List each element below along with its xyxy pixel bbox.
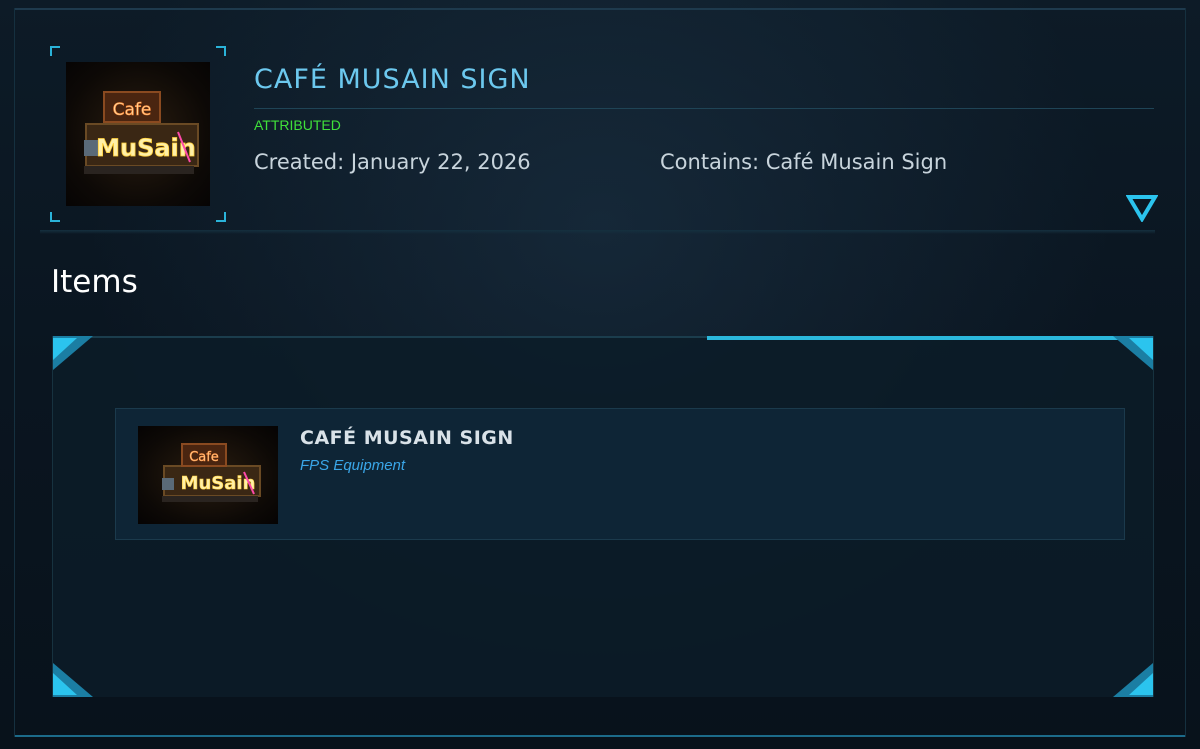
neon-sign-image: Cafe MuSain	[162, 443, 261, 502]
panel-corner-top-left	[53, 336, 93, 370]
created-date: Created: January 22, 2026	[254, 150, 531, 174]
frame-right-border	[1185, 8, 1186, 737]
title-divider	[254, 108, 1154, 109]
frame-corner	[216, 46, 226, 56]
header-divider	[40, 230, 1155, 234]
page: Cafe MuSain CAFÉ MUSAIN SIGN ATTRIBUTED …	[0, 0, 1200, 749]
page-title: CAFÉ MUSAIN SIGN	[254, 64, 531, 95]
list-item-category: FPS Equipment	[300, 457, 406, 474]
items-panel: Cafe MuSain CAFÉ MUSAIN SIGN FPS Equipme…	[52, 336, 1154, 697]
expand-button[interactable]	[1124, 190, 1160, 226]
frame-top-border	[14, 8, 1186, 10]
contains-info: Contains: Café Musain Sign	[660, 150, 948, 174]
sign-text-main: MuSain	[181, 473, 256, 494]
panel-corner-bottom-left	[53, 663, 93, 697]
sign-text-top: Cafe	[113, 100, 152, 120]
list-item-name: CAFÉ MUSAIN SIGN	[300, 427, 514, 449]
item-header: Cafe MuSain CAFÉ MUSAIN SIGN ATTRIBUTED …	[40, 40, 1160, 230]
status-badge: ATTRIBUTED	[254, 117, 341, 133]
list-item-thumbnail: Cafe MuSain	[138, 426, 278, 524]
panel-corner-bottom-right	[1113, 663, 1153, 697]
item-thumbnail-frame: Cafe MuSain	[50, 46, 226, 222]
frame-left-border	[14, 8, 15, 737]
frame-corner	[50, 212, 60, 222]
frame-corner	[50, 46, 60, 56]
panel-corner-top-right	[1113, 336, 1153, 370]
chevron-down-triangle-icon	[1126, 195, 1158, 222]
frame-corner	[216, 212, 226, 222]
panel-active-indicator	[707, 336, 1153, 340]
neon-sign-image: Cafe MuSain	[84, 91, 199, 174]
sign-text-top: Cafe	[189, 450, 219, 465]
list-item[interactable]: Cafe MuSain CAFÉ MUSAIN SIGN FPS Equipme…	[115, 408, 1125, 540]
items-heading: Items	[51, 264, 138, 300]
frame-bottom-border	[14, 735, 1186, 737]
item-thumbnail: Cafe MuSain	[66, 62, 210, 206]
